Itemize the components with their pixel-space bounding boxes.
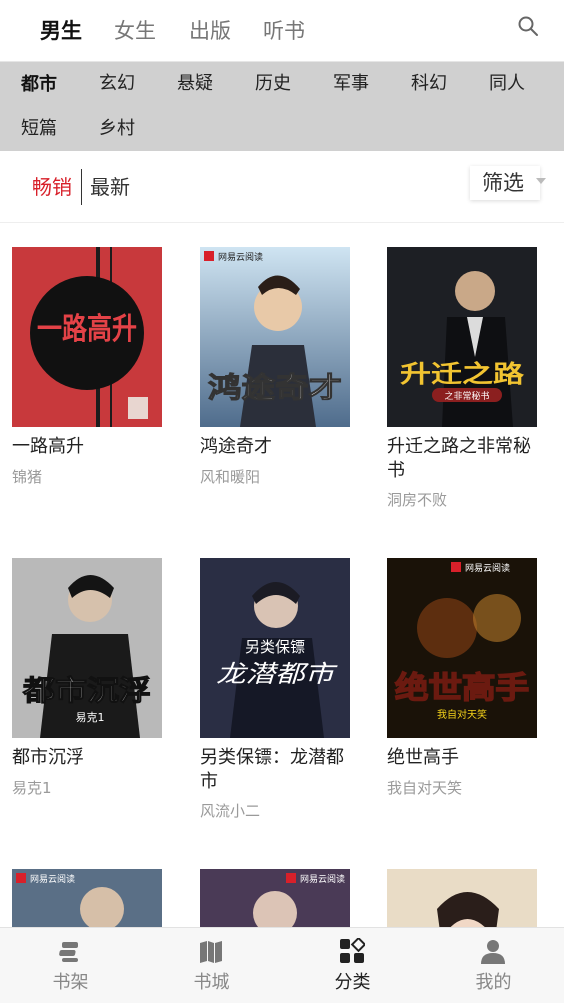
tab-publishing[interactable]: 出版 xyxy=(189,16,231,46)
svg-text:网易云阅读: 网易云阅读 xyxy=(218,251,263,263)
search-icon xyxy=(518,16,538,36)
book-title: 鸿途奇才 xyxy=(200,436,272,457)
svg-text:我自对天笑: 我自对天笑 xyxy=(437,708,487,721)
svg-text:升迁之路: 升迁之路 xyxy=(400,360,525,388)
svg-text:另类保镖: 另类保镖 xyxy=(245,638,305,656)
category-military[interactable]: 军事 xyxy=(333,71,369,97)
bottom-nav: 书架 书城 分类 我的 xyxy=(0,927,564,1003)
nav-profile[interactable]: 我的 xyxy=(423,928,564,1003)
category-rural[interactable]: 乡村 xyxy=(99,116,135,142)
svg-text:都市沉浮: 都市沉浮 xyxy=(22,674,151,707)
category-short[interactable]: 短篇 xyxy=(21,116,57,142)
svg-text:易克1: 易克1 xyxy=(76,711,105,724)
category-scifi[interactable]: 科幻 xyxy=(411,71,447,97)
svg-text:一路高升: 一路高升 xyxy=(37,312,137,347)
nav-label: 分类 xyxy=(334,972,371,993)
nav-category[interactable]: 分类 xyxy=(282,928,423,1003)
category-history[interactable]: 历史 xyxy=(255,71,291,97)
svg-text:龙潜都市: 龙潜都市 xyxy=(216,660,338,688)
profile-icon xyxy=(481,940,505,964)
nav-label: 书架 xyxy=(52,972,89,993)
nav-book-city[interactable]: 书城 xyxy=(141,928,282,1003)
book-author: 易克1 xyxy=(12,779,52,797)
sort-divider xyxy=(81,169,82,205)
chevron-down-icon xyxy=(536,178,546,184)
top-tab-bar: 男生 女生 出版 听书 xyxy=(0,0,564,62)
tab-female[interactable]: 女生 xyxy=(114,16,156,46)
book-author: 锦猪 xyxy=(12,468,43,486)
book-cover[interactable]: 网易云阅读 绝世高手 我自对天笑 xyxy=(387,558,537,738)
book-cover[interactable]: 网易云阅读 鸿途奇才 xyxy=(200,247,350,427)
book-author: 风流小二 xyxy=(200,802,261,820)
search-button[interactable] xyxy=(516,14,540,38)
svg-text:网易云阅读: 网易云阅读 xyxy=(30,873,75,885)
book-cover[interactable]: 都市沉浮 易克1 xyxy=(12,558,162,738)
category-fantasy[interactable]: 玄幻 xyxy=(99,71,135,97)
book-author: 风和暖阳 xyxy=(200,468,261,486)
svg-text:绝世高手: 绝世高手 xyxy=(395,671,529,706)
book-city-icon xyxy=(200,941,222,963)
tab-audiobook[interactable]: 听书 xyxy=(263,16,305,46)
tab-male[interactable]: 男生 xyxy=(40,16,82,46)
book-title: 一路高升 xyxy=(12,436,84,457)
category-mystery[interactable]: 悬疑 xyxy=(177,71,213,97)
book-cover[interactable]: 升迁之路 之非常秘书 xyxy=(387,247,537,427)
book-author: 我自对天笑 xyxy=(387,779,463,797)
sort-bestselling[interactable]: 畅销 xyxy=(32,173,72,201)
nav-label: 我的 xyxy=(475,972,512,993)
book-author: 洞房不败 xyxy=(387,491,448,509)
filter-button[interactable]: 筛选 xyxy=(470,166,540,200)
nav-label: 书城 xyxy=(193,972,230,993)
svg-text:网易云阅读: 网易云阅读 xyxy=(300,873,345,885)
sort-newest[interactable]: 最新 xyxy=(90,173,130,201)
svg-text:网易云阅读: 网易云阅读 xyxy=(465,562,510,574)
category-urban[interactable]: 都市 xyxy=(21,72,57,98)
book-cover[interactable]: 一路高升 xyxy=(12,247,162,427)
book-title: 绝世高手 xyxy=(387,747,459,768)
category-bar: 都市 玄幻 悬疑 历史 军事 科幻 同人 短篇 乡村 xyxy=(0,62,564,151)
category-fanfic[interactable]: 同人 xyxy=(489,71,525,97)
book-title: 升迁之路之非常秘书 xyxy=(387,436,531,481)
svg-text:鸿途奇才: 鸿途奇才 xyxy=(208,371,342,404)
book-cover[interactable]: 另类保镖 龙潜都市 xyxy=(200,558,350,738)
nav-bookshelf[interactable]: 书架 xyxy=(0,928,141,1003)
book-title: 都市沉浮 xyxy=(12,747,84,768)
svg-text:之非常秘书: 之非常秘书 xyxy=(444,390,489,402)
bookshelf-icon xyxy=(59,942,78,962)
category-icon xyxy=(340,938,365,963)
book-title: 另类保镖：龙潜都市 xyxy=(200,747,344,792)
